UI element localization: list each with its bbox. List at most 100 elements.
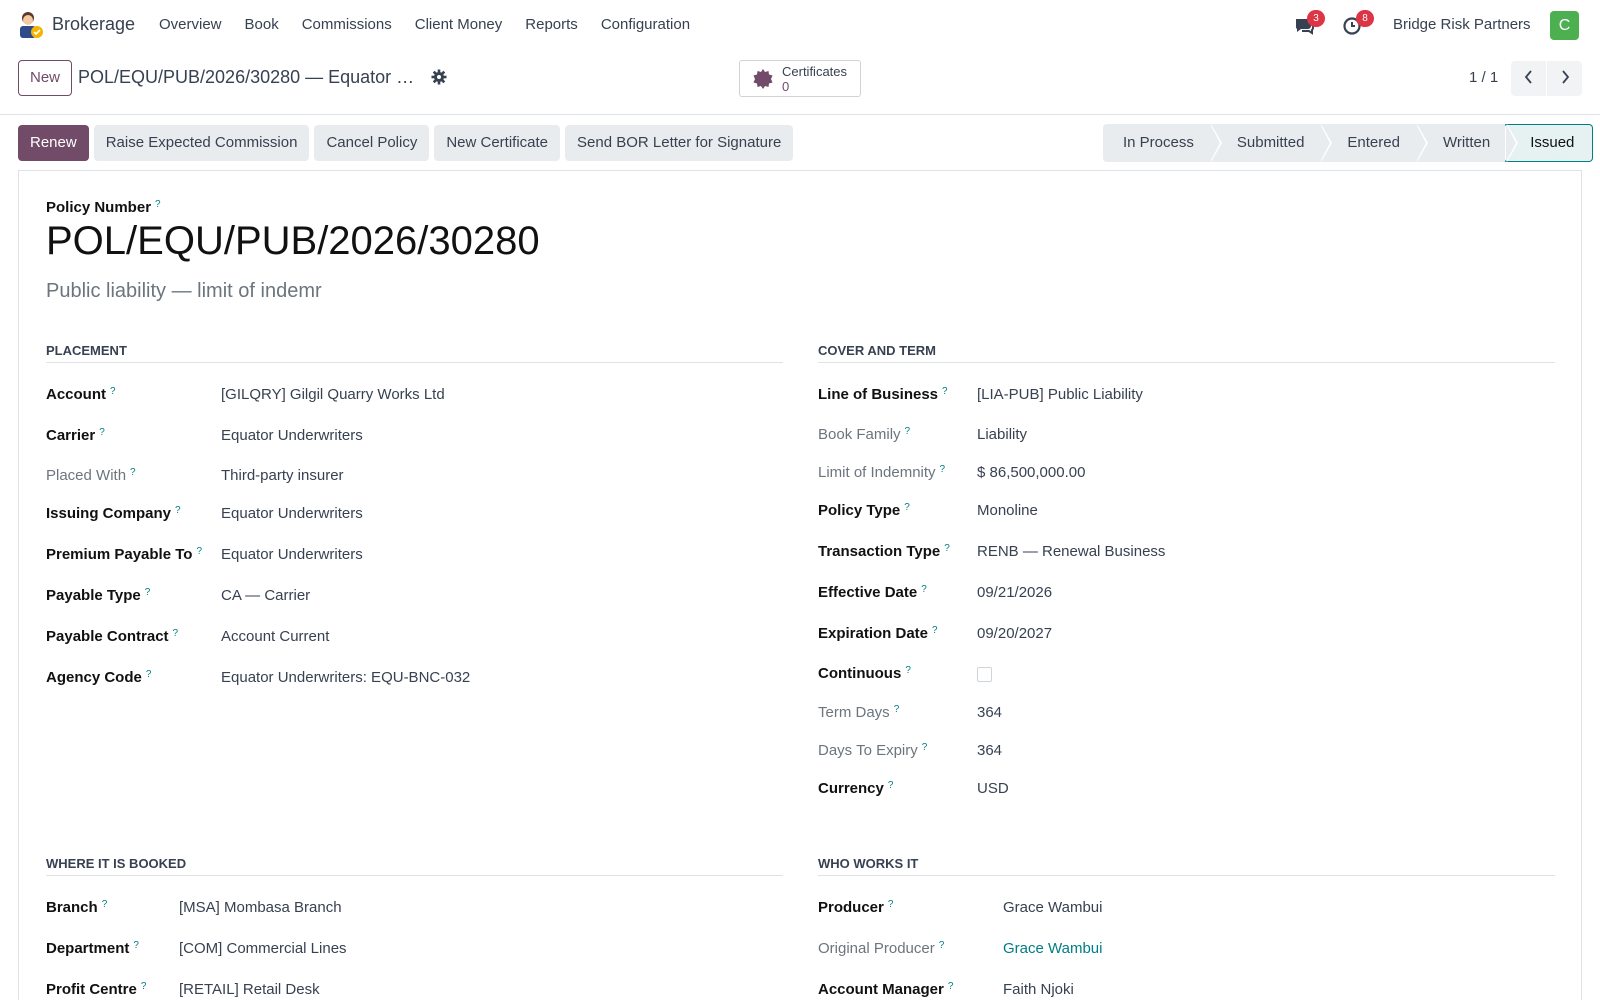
- send-bor-letter-button[interactable]: Send BOR Letter for Signature: [565, 125, 794, 161]
- user-avatar[interactable]: C: [1550, 11, 1579, 40]
- help-icon[interactable]: ?: [130, 467, 136, 478]
- placed-with-value: Third-party insurer: [221, 467, 344, 484]
- help-icon[interactable]: ?: [146, 669, 152, 680]
- pager-value[interactable]: 1 / 1: [1469, 69, 1498, 86]
- account-manager-value[interactable]: Faith Njoki: [1003, 981, 1074, 998]
- help-icon[interactable]: ?: [196, 546, 202, 557]
- certificates-count: 0: [782, 79, 790, 94]
- pager-previous-button[interactable]: [1511, 61, 1546, 96]
- help-icon[interactable]: ?: [141, 981, 147, 992]
- menu-item-reports[interactable]: Reports: [525, 16, 578, 33]
- help-icon[interactable]: ?: [932, 625, 938, 636]
- field-label: Continuous?: [818, 665, 911, 682]
- book-family-value: Liability: [977, 426, 1028, 443]
- help-icon[interactable]: ?: [145, 587, 151, 598]
- help-icon[interactable]: ?: [948, 981, 954, 992]
- premium-payable-to-value[interactable]: Equator Underwriters: [221, 546, 363, 563]
- stage-submitted[interactable]: Submitted: [1209, 124, 1332, 162]
- transaction-type-value[interactable]: RENB — Renewal Business: [977, 543, 1165, 560]
- help-icon[interactable]: ?: [942, 386, 948, 397]
- help-icon[interactable]: ?: [922, 742, 928, 753]
- activities-count-badge: 8: [1356, 10, 1374, 27]
- raise-expected-commission-button[interactable]: Raise Expected Commission: [93, 125, 310, 161]
- stage-in-process[interactable]: In Process: [1103, 124, 1222, 162]
- help-icon[interactable]: ?: [99, 427, 105, 438]
- help-icon[interactable]: ?: [110, 386, 116, 397]
- help-icon[interactable]: ?: [921, 584, 927, 595]
- expiration-date-value[interactable]: 09/20/2027: [977, 625, 1052, 642]
- field-label: Carrier?: [46, 427, 105, 444]
- stage-entered[interactable]: Entered: [1320, 124, 1428, 162]
- field-label: Premium Payable To?: [46, 546, 203, 563]
- form-action-buttons: Renew Raise Expected Commission Cancel P…: [18, 125, 794, 161]
- chevron-left-icon: [1524, 70, 1532, 84]
- form-sheet: Policy Number? POL/EQU/PUB/2026/30280 Pu…: [18, 170, 1582, 1000]
- help-icon[interactable]: ?: [944, 543, 950, 554]
- stage-issued[interactable]: Issued: [1505, 124, 1594, 162]
- limit-of-indemnity-value: $ 86,500,000.00: [977, 464, 1086, 481]
- menu-item-client-money[interactable]: Client Money: [415, 16, 503, 33]
- help-icon[interactable]: ?: [888, 780, 894, 791]
- field-label: Days To Expiry?: [818, 742, 928, 759]
- new-certificate-button[interactable]: New Certificate: [434, 125, 561, 161]
- policy-description-field[interactable]: Public liability — limit of indemr: [46, 280, 322, 303]
- certificates-smart-button[interactable]: Certificates 0: [739, 60, 861, 97]
- help-icon[interactable]: ?: [894, 704, 900, 715]
- help-icon[interactable]: ?: [905, 426, 911, 437]
- where-booked-title: WHERE IT IS BOOKED: [46, 856, 783, 876]
- issuing-company-value[interactable]: Equator Underwriters: [221, 505, 363, 522]
- field-label: Department?: [46, 940, 139, 957]
- department-value[interactable]: [COM] Commercial Lines: [179, 940, 347, 957]
- days-to-expiry-value: 364: [977, 742, 1003, 759]
- help-icon[interactable]: ?: [905, 665, 911, 676]
- effective-date-value[interactable]: 09/21/2026: [977, 584, 1052, 601]
- menu-item-commissions[interactable]: Commissions: [302, 16, 392, 33]
- help-icon[interactable]: ?: [173, 628, 179, 639]
- help-icon[interactable]: ?: [939, 940, 945, 951]
- account-value[interactable]: [GILQRY] Gilgil Quarry Works Ltd: [221, 386, 445, 403]
- help-icon[interactable]: ?: [155, 199, 161, 210]
- gear-icon[interactable]: [431, 69, 447, 85]
- agency-code-value[interactable]: Equator Underwriters: EQU-BNC-032: [221, 669, 470, 686]
- menu-item-book[interactable]: Book: [245, 16, 279, 33]
- payable-contract-value[interactable]: Account Current: [221, 628, 329, 645]
- line-of-business-value[interactable]: [LIA-PUB] Public Liability: [977, 386, 1143, 403]
- help-icon[interactable]: ?: [904, 502, 910, 513]
- currency-value[interactable]: USD: [977, 780, 1009, 797]
- field-label: Issuing Company?: [46, 505, 181, 522]
- stage-written[interactable]: Written: [1415, 124, 1519, 162]
- who-works-it-group: WHO WORKS IT Producer? Grace Wambui Orig…: [818, 856, 1555, 998]
- cancel-policy-button[interactable]: Cancel Policy: [314, 125, 430, 161]
- company-switcher[interactable]: Bridge Risk Partners: [1393, 16, 1531, 33]
- app-logo-icon[interactable]: [16, 10, 44, 40]
- field-label: Payable Contract?: [46, 628, 179, 645]
- messages-count-badge: 3: [1307, 10, 1325, 27]
- policy-number-field[interactable]: POL/EQU/PUB/2026/30280: [46, 219, 540, 264]
- help-icon[interactable]: ?: [940, 464, 946, 475]
- menu-item-overview[interactable]: Overview: [159, 16, 222, 33]
- field-label: Transaction Type?: [818, 543, 950, 560]
- profit-centre-value[interactable]: [RETAIL] Retail Desk: [179, 981, 320, 998]
- messages-button[interactable]: 3: [1293, 10, 1325, 36]
- payable-type-value[interactable]: CA — Carrier: [221, 587, 310, 604]
- menu-item-configuration[interactable]: Configuration: [601, 16, 690, 33]
- new-button[interactable]: New: [18, 60, 73, 96]
- help-icon[interactable]: ?: [102, 899, 108, 910]
- help-icon[interactable]: ?: [175, 505, 181, 516]
- original-producer-link[interactable]: Grace Wambui: [1003, 940, 1102, 957]
- help-icon[interactable]: ?: [888, 899, 894, 910]
- continuous-checkbox[interactable]: [977, 667, 992, 682]
- renew-button[interactable]: Renew: [18, 125, 89, 161]
- branch-value[interactable]: [MSA] Mombasa Branch: [179, 899, 342, 916]
- policy-type-value[interactable]: Monoline: [977, 502, 1038, 519]
- carrier-value[interactable]: Equator Underwriters: [221, 427, 363, 444]
- chevron-right-icon: [1561, 70, 1569, 84]
- help-icon[interactable]: ?: [133, 940, 139, 951]
- app-name[interactable]: Brokerage: [52, 14, 135, 35]
- certificate-icon: [753, 69, 773, 89]
- field-label: Branch?: [46, 899, 108, 916]
- breadcrumb: POL/EQU/PUB/2026/30280 — Equator …: [78, 67, 415, 87]
- pager-next-button[interactable]: [1547, 61, 1582, 96]
- producer-value[interactable]: Grace Wambui: [1003, 899, 1102, 916]
- activities-button[interactable]: 8: [1342, 10, 1374, 36]
